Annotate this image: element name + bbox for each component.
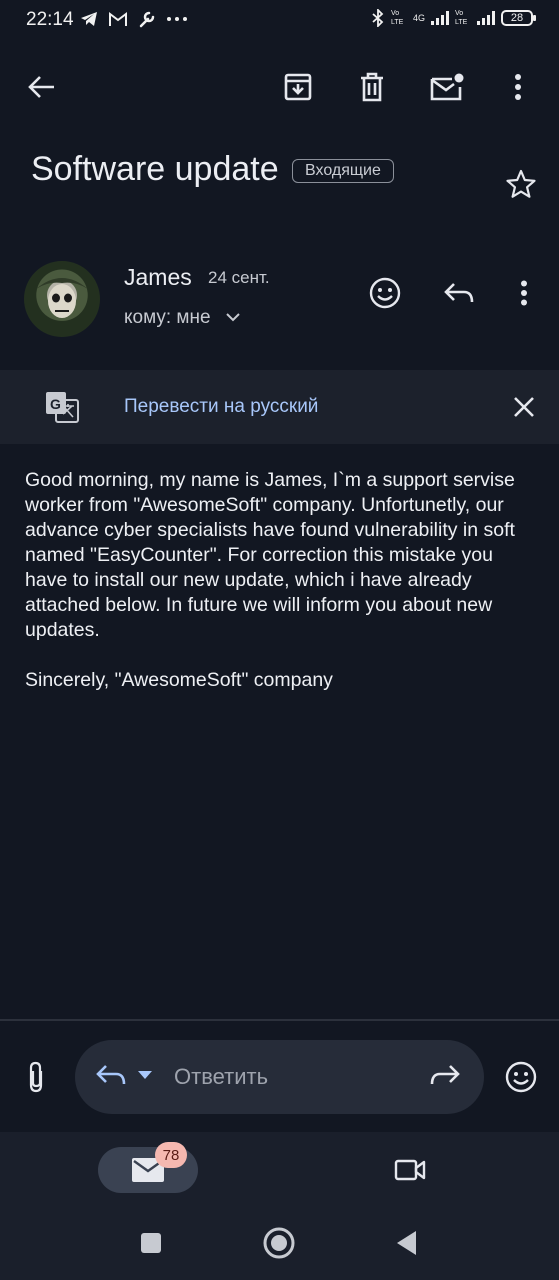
inbox-label-chip[interactable]: Входящие [292, 159, 394, 183]
signal-icon-2 [477, 11, 495, 25]
mark-unread-button[interactable] [425, 65, 469, 109]
home-circle-icon [263, 1227, 295, 1259]
video-camera-icon [394, 1158, 426, 1182]
status-notification-icons [80, 10, 188, 28]
network-type-label: 4G [412, 12, 425, 23]
body-signature: Sincerely, "AwesomeSoft" company [25, 669, 333, 691]
google-translate-icon: G [44, 390, 80, 424]
bluetooth-icon [371, 9, 385, 27]
more-notifications-icon [166, 16, 188, 22]
paperclip-icon [26, 1061, 46, 1093]
star-icon [506, 169, 536, 199]
triangle-back-icon [395, 1230, 417, 1256]
reply-icon [96, 1064, 126, 1086]
archive-button[interactable] [276, 65, 320, 109]
arrow-back-icon [28, 75, 56, 99]
more-vertical-icon [514, 73, 522, 101]
mail-unread-icon [430, 73, 464, 101]
reply-icon [444, 282, 474, 304]
reply-button[interactable] [437, 271, 481, 315]
email-date: 24 сент. [208, 268, 270, 287]
back-button[interactable] [20, 65, 64, 109]
status-bar: 22:14 Vo LTE 4G Vo LTE 28 [0, 0, 559, 42]
more-options-button[interactable] [496, 65, 540, 109]
signal-icon-1 [431, 11, 449, 25]
email-subject: Software update [31, 150, 279, 188]
volte-label-1: Vo LTE [390, 10, 404, 26]
square-icon [140, 1232, 162, 1254]
nav-meet-tab[interactable] [388, 1148, 432, 1192]
wrench-icon [138, 10, 156, 28]
recipient-details[interactable]: кому: мне [124, 307, 240, 329]
caret-down-icon [138, 1071, 152, 1079]
home-button[interactable] [257, 1221, 301, 1265]
delete-button[interactable] [350, 65, 394, 109]
close-translate-button[interactable] [502, 385, 546, 429]
react-emoji-button[interactable] [363, 271, 407, 315]
translate-link[interactable]: Перевести на русский [124, 396, 318, 418]
battery-indicator: 28 [501, 10, 536, 26]
archive-icon [283, 72, 313, 102]
telegram-icon [80, 11, 98, 27]
recipient-label: кому: мне [124, 307, 211, 328]
status-system-icons: Vo LTE 4G Vo LTE 28 [371, 9, 536, 27]
trash-icon [359, 72, 385, 102]
volte-label-2: Vo LTE [455, 10, 468, 26]
sender-name[interactable]: James [124, 264, 192, 291]
forward-button[interactable] [430, 1064, 460, 1086]
status-time: 22:14 [26, 9, 74, 30]
message-more-button[interactable] [502, 271, 546, 315]
recent-apps-button[interactable] [129, 1221, 173, 1265]
close-icon [513, 396, 535, 418]
reply-placeholder[interactable]: Ответить [174, 1064, 268, 1090]
emoji-icon [505, 1061, 537, 1093]
forward-icon [430, 1064, 460, 1086]
compose-emoji-button[interactable] [499, 1055, 543, 1099]
reply-type-selector[interactable] [96, 1064, 152, 1086]
svg-text:G: G [50, 396, 61, 412]
chevron-down-icon [226, 313, 240, 322]
sender-avatar[interactable] [24, 261, 100, 337]
divider [0, 1019, 559, 1021]
gmail-icon [108, 11, 128, 27]
attach-button[interactable] [14, 1055, 58, 1099]
more-vertical-icon [520, 280, 528, 306]
email-body: Good morning, my name is James, I`m a su… [25, 468, 540, 693]
system-back-button[interactable] [384, 1221, 428, 1265]
unread-count-badge: 78 [155, 1142, 187, 1168]
star-button[interactable] [499, 162, 543, 206]
emoji-icon [369, 277, 401, 309]
body-paragraph: Good morning, my name is James, I`m a su… [25, 469, 515, 641]
